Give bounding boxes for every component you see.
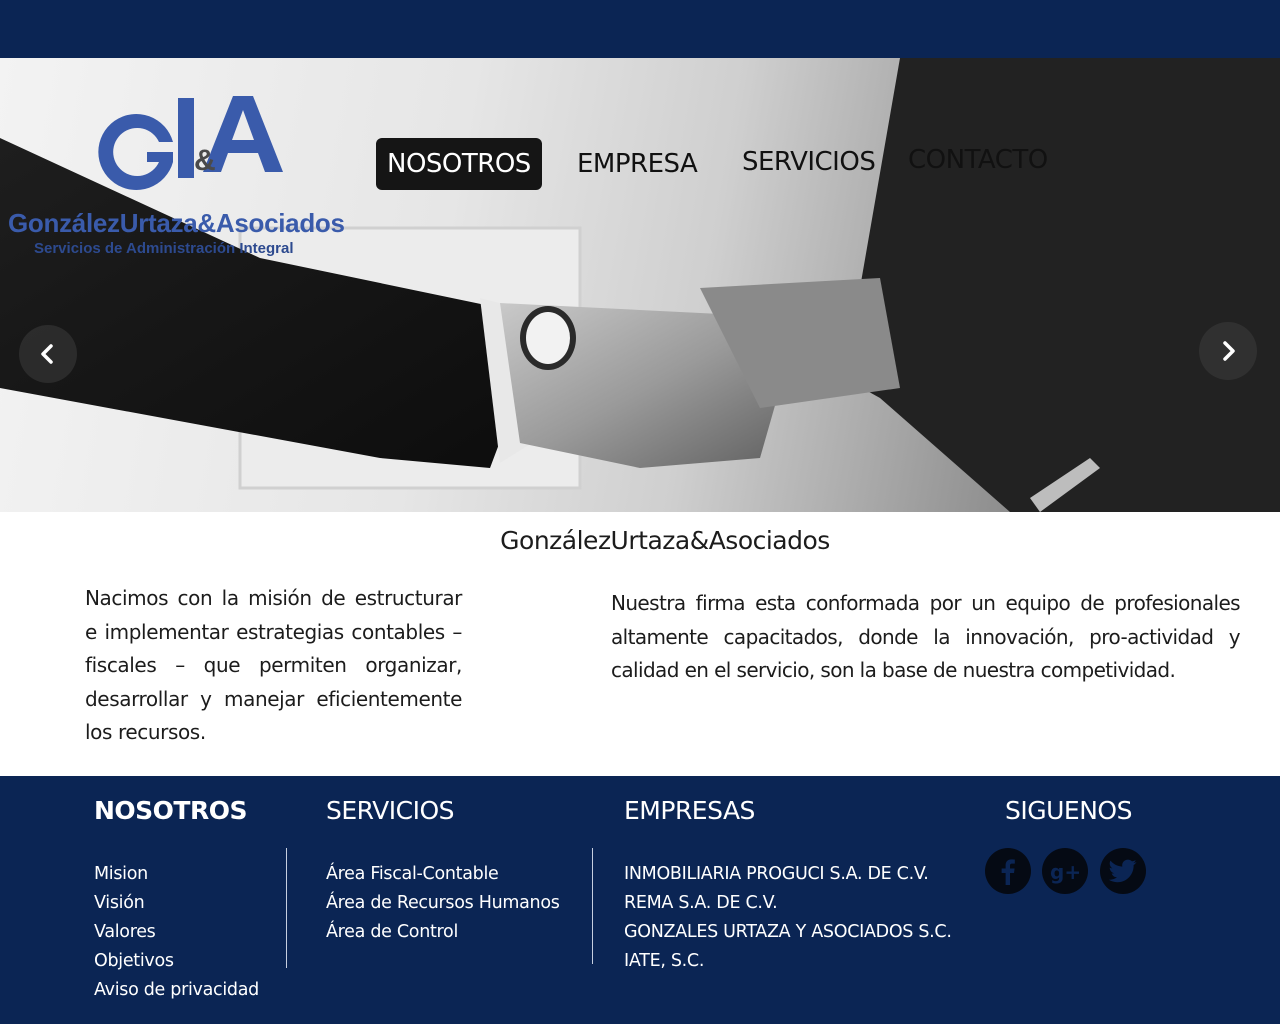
logo-tagline: Servicios de Administración Integral [34,240,294,257]
svg-text:g+: g+ [1050,860,1081,884]
twitter-button[interactable] [1100,848,1146,894]
footer-link-valores[interactable]: Valores [94,918,259,947]
nav-servicios[interactable]: SERVICIOS [742,136,876,188]
facebook-icon [1001,859,1015,885]
nav-contacto[interactable]: CONTACTO [908,134,1048,186]
footer-empresas-links: INMOBILIARIA PROGUCI S.A. DE C.V. REMA S… [624,860,952,976]
footer-empresas-heading: EMPRESAS [624,796,755,825]
footer-link-inmobiliaria-proguci[interactable]: INMOBILIARIA PROGUCI S.A. DE C.V. [624,860,952,889]
footer-link-aviso-privacidad[interactable]: Aviso de privacidad [94,976,259,1005]
hero-carousel: & GonzálezUrtaza&Asociados Servicios de … [0,58,1280,512]
footer-link-fiscal-contable[interactable]: Área Fiscal-Contable [326,860,560,889]
footer-siguenos-heading: SIGUENOS [1005,796,1132,825]
footer: NOSOTROS Mision Visión Valores Objetivos… [0,776,1280,1024]
svg-text:&: & [194,144,216,177]
footer-nosotros-heading: NOSOTROS [94,796,248,825]
nav-empresa[interactable]: EMPRESA [577,138,698,190]
logo-monogram: & [98,96,283,190]
intro-title: GonzálezUrtaza&Asociados [500,526,830,555]
footer-divider [286,848,287,968]
footer-divider [592,848,593,964]
facebook-button[interactable] [985,848,1031,894]
google-plus-icon: g+ [1050,860,1081,884]
firm-description-text: Nuestra firma esta conformada por un equ… [611,591,1241,682]
footer-servicios-links: Área Fiscal-Contable Área de Recursos Hu… [326,860,560,947]
footer-nosotros-links: Mision Visión Valores Objetivos Aviso de… [94,860,259,1005]
top-bar [0,0,1280,58]
footer-link-objetivos[interactable]: Objetivos [94,947,259,976]
chevron-right-icon [1223,341,1235,361]
twitter-icon [1109,859,1137,883]
carousel-prev-button[interactable] [19,325,77,383]
footer-link-mision[interactable]: Mision [94,860,259,889]
google-plus-button[interactable]: g+ [1042,848,1088,894]
footer-servicios-heading: SERVICIOS [326,796,455,825]
footer-link-iate[interactable]: IATE, S.C. [624,947,952,976]
footer-link-control[interactable]: Área de Control [326,918,560,947]
footer-link-gonzales-urtaza[interactable]: GONZALES URTAZA Y ASOCIADOS S.C. [624,918,952,947]
footer-link-vision[interactable]: Visión [94,889,259,918]
nav-nosotros[interactable]: NOSOTROS [376,138,542,190]
company-logo[interactable]: & GonzálezUrtaza&Asociados Servicios de … [8,88,378,257]
footer-link-rema[interactable]: REMA S.A. DE C.V. [624,889,952,918]
footer-link-recursos-humanos[interactable]: Área de Recursos Humanos [326,889,560,918]
chevron-left-icon [41,344,53,364]
mission-text: Nacimos con la misión de estructurar e i… [85,586,462,744]
logo-company-name: GonzálezUrtaza&Asociados [8,208,345,238]
carousel-next-button[interactable] [1199,322,1257,380]
